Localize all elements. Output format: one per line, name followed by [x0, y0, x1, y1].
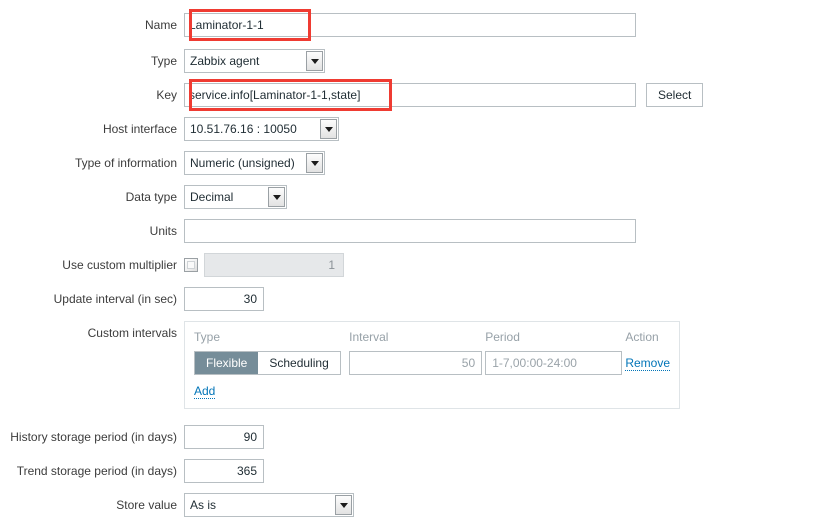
- data-type-select-value: Decimal: [190, 190, 234, 204]
- interval-type-option-scheduling[interactable]: Scheduling: [258, 352, 340, 374]
- key-input[interactable]: [184, 83, 636, 107]
- label-type-of-information: Type of information: [74, 156, 177, 170]
- trend-storage-period-input[interactable]: [184, 459, 264, 483]
- field-history-storage-period: [184, 425, 820, 449]
- use-custom-multiplier-checkbox[interactable]: [184, 258, 198, 272]
- chevron-down-icon[interactable]: [320, 119, 337, 139]
- form-row-use-custom-multiplier: Use custom multiplier: [0, 253, 820, 277]
- label-key: Key: [156, 88, 177, 102]
- chevron-down-icon[interactable]: [335, 495, 352, 515]
- store-value-select[interactable]: As is: [184, 493, 354, 517]
- type-select-value: Zabbix agent: [190, 54, 260, 68]
- field-type: Zabbix agent: [184, 49, 820, 73]
- store-value-select-value: As is: [190, 498, 217, 512]
- type-of-information-select-value: Numeric (unsigned): [190, 156, 295, 170]
- name-input[interactable]: [184, 13, 636, 37]
- field-update-interval: [184, 287, 820, 311]
- field-host-interface: 10.51.76.16 : 10050: [184, 117, 820, 141]
- field-store-value: As is: [184, 493, 820, 517]
- host-interface-select-value: 10.51.76.16 : 10050: [190, 122, 297, 136]
- interval-type-option-flexible[interactable]: Flexible: [195, 352, 259, 374]
- cell-period: [485, 351, 625, 375]
- field-custom-intervals: Type Interval Period Action Flexible Sch…: [184, 321, 820, 409]
- column-header-type: Type: [194, 330, 221, 344]
- label-custom-intervals: Custom intervals: [87, 326, 177, 340]
- key-select-button[interactable]: Select: [646, 83, 704, 107]
- cell-action: Remove: [625, 351, 670, 375]
- label-units: Units: [149, 224, 177, 238]
- field-trend-storage-period: [184, 459, 820, 483]
- cell-interval: [349, 351, 485, 375]
- label-use-custom-multiplier: Use custom multiplier: [62, 258, 177, 272]
- remove-interval-link[interactable]: Remove: [625, 356, 670, 371]
- form-row-history-storage-period: History storage period (in days): [0, 425, 820, 449]
- period-input[interactable]: [485, 351, 623, 375]
- form-row-type-of-information: Type of information Numeric (unsigned): [0, 151, 820, 175]
- form-row-trend-storage-period: Trend storage period (in days): [0, 459, 820, 483]
- form-row-custom-intervals: Custom intervals Type Interval Period Ac…: [0, 321, 820, 409]
- form-row-update-interval: Update interval (in sec): [0, 287, 820, 311]
- interval-input[interactable]: [349, 351, 483, 375]
- label-type: Type: [150, 54, 177, 68]
- form-row-host-interface: Host interface 10.51.76.16 : 10050: [0, 117, 820, 141]
- column-header-period: Period: [485, 330, 520, 344]
- field-units: [184, 219, 820, 243]
- item-configuration-form: Name Type Zabbix agent Key Select Host i…: [0, 0, 820, 517]
- label-history-storage-period: History storage period (in days): [10, 430, 177, 444]
- units-input[interactable]: [184, 219, 636, 243]
- custom-intervals-header-row: Type Interval Period Action: [194, 330, 670, 351]
- form-row-store-value: Store value As is: [0, 493, 820, 517]
- label-host-interface: Host interface: [102, 122, 177, 136]
- form-row-type: Type Zabbix agent: [0, 49, 820, 73]
- form-row-key: Key Select: [0, 83, 820, 107]
- form-row-units: Units: [0, 219, 820, 243]
- label-store-value: Store value: [116, 498, 177, 512]
- update-interval-input[interactable]: [184, 287, 264, 311]
- chevron-down-icon[interactable]: [306, 51, 323, 71]
- type-select[interactable]: Zabbix agent: [184, 49, 325, 73]
- label-name: Name: [144, 18, 177, 32]
- field-name: [184, 13, 820, 37]
- form-row-name: Name: [0, 13, 820, 37]
- column-header-interval: Interval: [349, 330, 389, 344]
- column-header-action: Action: [625, 330, 659, 344]
- custom-intervals-panel: Type Interval Period Action Flexible Sch…: [184, 321, 680, 409]
- field-use-custom-multiplier: [184, 253, 820, 277]
- history-storage-period-input[interactable]: [184, 425, 264, 449]
- label-trend-storage-period: Trend storage period (in days): [16, 464, 177, 478]
- field-type-of-information: Numeric (unsigned): [184, 151, 820, 175]
- label-update-interval: Update interval (in sec): [53, 292, 177, 306]
- host-interface-select[interactable]: 10.51.76.16 : 10050: [184, 117, 339, 141]
- add-interval-link[interactable]: Add: [194, 384, 216, 399]
- interval-type-toggle[interactable]: Flexible Scheduling: [194, 351, 341, 375]
- field-data-type: Decimal: [184, 185, 820, 209]
- chevron-down-icon[interactable]: [306, 153, 323, 173]
- form-row-data-type: Data type Decimal: [0, 185, 820, 209]
- add-interval-wrapper: Add: [194, 375, 670, 399]
- field-key: Select: [184, 83, 820, 107]
- type-of-information-select[interactable]: Numeric (unsigned): [184, 151, 325, 175]
- cell-type: Flexible Scheduling: [194, 351, 349, 375]
- label-data-type: Data type: [125, 190, 177, 204]
- data-type-select[interactable]: Decimal: [184, 185, 287, 209]
- custom-multiplier-input[interactable]: [204, 253, 344, 277]
- custom-intervals-table: Type Interval Period Action Flexible Sch…: [194, 330, 670, 375]
- custom-interval-row: Flexible Scheduling Remov: [194, 351, 670, 375]
- chevron-down-icon[interactable]: [268, 187, 285, 207]
